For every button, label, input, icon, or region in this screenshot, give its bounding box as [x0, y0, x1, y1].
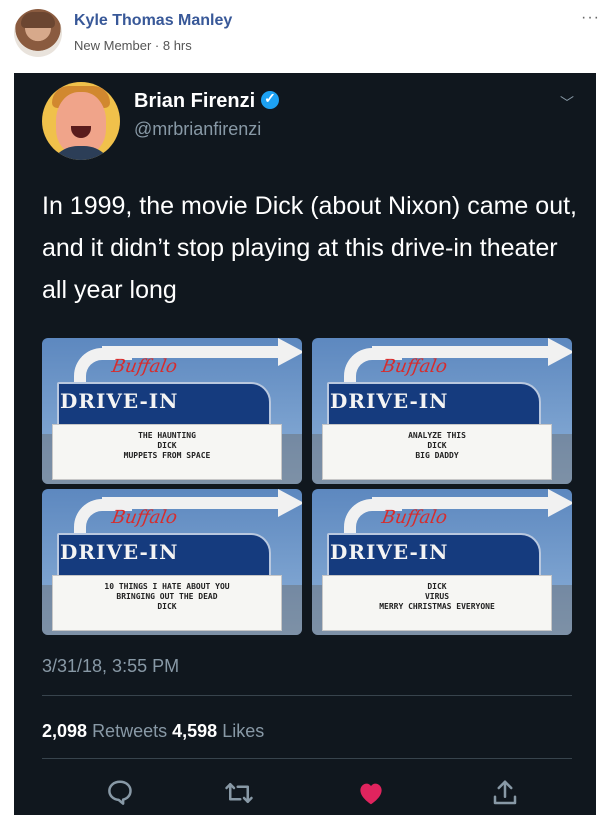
marquee-line: MUPPETS FROM SPACE	[123, 451, 211, 460]
arrow-sign-head	[278, 489, 302, 517]
tweet-author-name[interactable]: Brian Firenzi	[134, 90, 280, 113]
facebook-post-header: Kyle Thomas Manley New Member · 8 hrs ··…	[0, 0, 610, 72]
share-icon[interactable]	[490, 778, 520, 808]
marquee-lines: 10 THINGS I HATE ABOUT YOU BRINGING OUT …	[53, 582, 281, 612]
chevron-down-icon[interactable]: ﹀	[560, 93, 574, 113]
marquee-board: 10 THINGS I HATE ABOUT YOU BRINGING OUT …	[52, 575, 282, 631]
marquee-line: DICK	[157, 441, 177, 450]
marquee-line: BRINGING OUT THE DEAD	[116, 592, 218, 601]
tweet-author-handle[interactable]: @mrbrianfirenzi	[134, 119, 261, 140]
like-count[interactable]: 4,598	[172, 721, 217, 741]
tweet-card: Brian Firenzi @mrbrianfirenzi ﹀ In 1999,…	[14, 73, 596, 815]
theater-script-name: Buffalo	[110, 356, 179, 377]
heart-icon[interactable]	[356, 778, 386, 808]
marquee-line: DICK	[427, 441, 447, 450]
tweet-actions	[14, 776, 596, 810]
arrow-sign-head	[548, 489, 572, 517]
drive-in-photo-3[interactable]: Buffalo DRIVE-IN 10 THINGS I HATE ABOUT …	[42, 489, 302, 635]
photo-grid[interactable]: Buffalo DRIVE-IN THE HAUNTING DICK MUPPE…	[42, 338, 572, 635]
marquee-line: DICK	[427, 582, 447, 591]
marquee-lines: ANALYZE THIS DICK BIG DADDY	[323, 431, 551, 461]
tweet-author-avatar[interactable]	[42, 82, 120, 160]
arrow-sign-head	[278, 338, 302, 366]
marquee-line: 10 THINGS I HATE ABOUT YOU	[104, 582, 230, 591]
theater-script-name: Buffalo	[110, 507, 179, 528]
tweet-timestamp[interactable]: 3/31/18, 3:55 PM	[42, 656, 179, 677]
divider	[42, 758, 572, 759]
drive-in-text: DRIVE-IN	[330, 389, 449, 413]
drive-in-photo-1[interactable]: Buffalo DRIVE-IN THE HAUNTING DICK MUPPE…	[42, 338, 302, 484]
tweet-author-name-text: Brian Firenzi	[134, 90, 256, 112]
marquee-line: BIG DADDY	[415, 451, 459, 460]
theater-script-name: Buffalo	[380, 356, 449, 377]
retweet-count[interactable]: 2,098	[42, 721, 87, 741]
drive-in-text: DRIVE-IN	[60, 540, 179, 564]
marquee-line: THE HAUNTING	[138, 431, 196, 440]
poster-avatar[interactable]	[14, 9, 62, 57]
drive-in-text: DRIVE-IN	[330, 540, 449, 564]
marquee-line: DICK	[157, 602, 177, 611]
retweet-label: Retweets	[92, 721, 168, 741]
reply-icon[interactable]	[105, 778, 135, 808]
avatar-shirt	[48, 146, 114, 160]
tweet-text: In 1999, the movie Dick (about Nixon) ca…	[42, 192, 577, 304]
drive-in-photo-2[interactable]: Buffalo DRIVE-IN ANALYZE THIS DICK BIG D…	[312, 338, 572, 484]
tweet-stats: 2,098 Retweets 4,598 Likes	[42, 721, 264, 742]
marquee-board: THE HAUNTING DICK MUPPETS FROM SPACE	[52, 424, 282, 480]
marquee-line: VIRUS	[424, 592, 450, 601]
retweet-icon[interactable]	[224, 778, 254, 808]
marquee-lines: DICK VIRUS MERRY CHRISTMAS EVERYONE	[323, 582, 551, 612]
like-label: Likes	[222, 721, 265, 741]
poster-meta: New Member · 8 hrs	[74, 38, 192, 53]
drive-in-text: DRIVE-IN	[60, 389, 179, 413]
more-options-icon[interactable]: ···	[581, 9, 600, 27]
marquee-board: ANALYZE THIS DICK BIG DADDY	[322, 424, 552, 480]
theater-script-name: Buffalo	[380, 507, 449, 528]
drive-in-photo-4[interactable]: Buffalo DRIVE-IN DICK VIRUS MERRY CHRIST…	[312, 489, 572, 635]
poster-name[interactable]: Kyle Thomas Manley	[74, 12, 232, 30]
marquee-line: ANALYZE THIS	[408, 431, 466, 440]
arrow-sign-head	[548, 338, 572, 366]
divider	[42, 695, 572, 696]
marquee-board: DICK VIRUS MERRY CHRISTMAS EVERYONE	[322, 575, 552, 631]
avatar-face	[56, 92, 106, 154]
marquee-line: MERRY CHRISTMAS EVERYONE	[379, 602, 495, 611]
verified-badge-icon	[261, 90, 280, 109]
avatar-hair	[21, 12, 55, 28]
marquee-lines: THE HAUNTING DICK MUPPETS FROM SPACE	[53, 431, 281, 461]
